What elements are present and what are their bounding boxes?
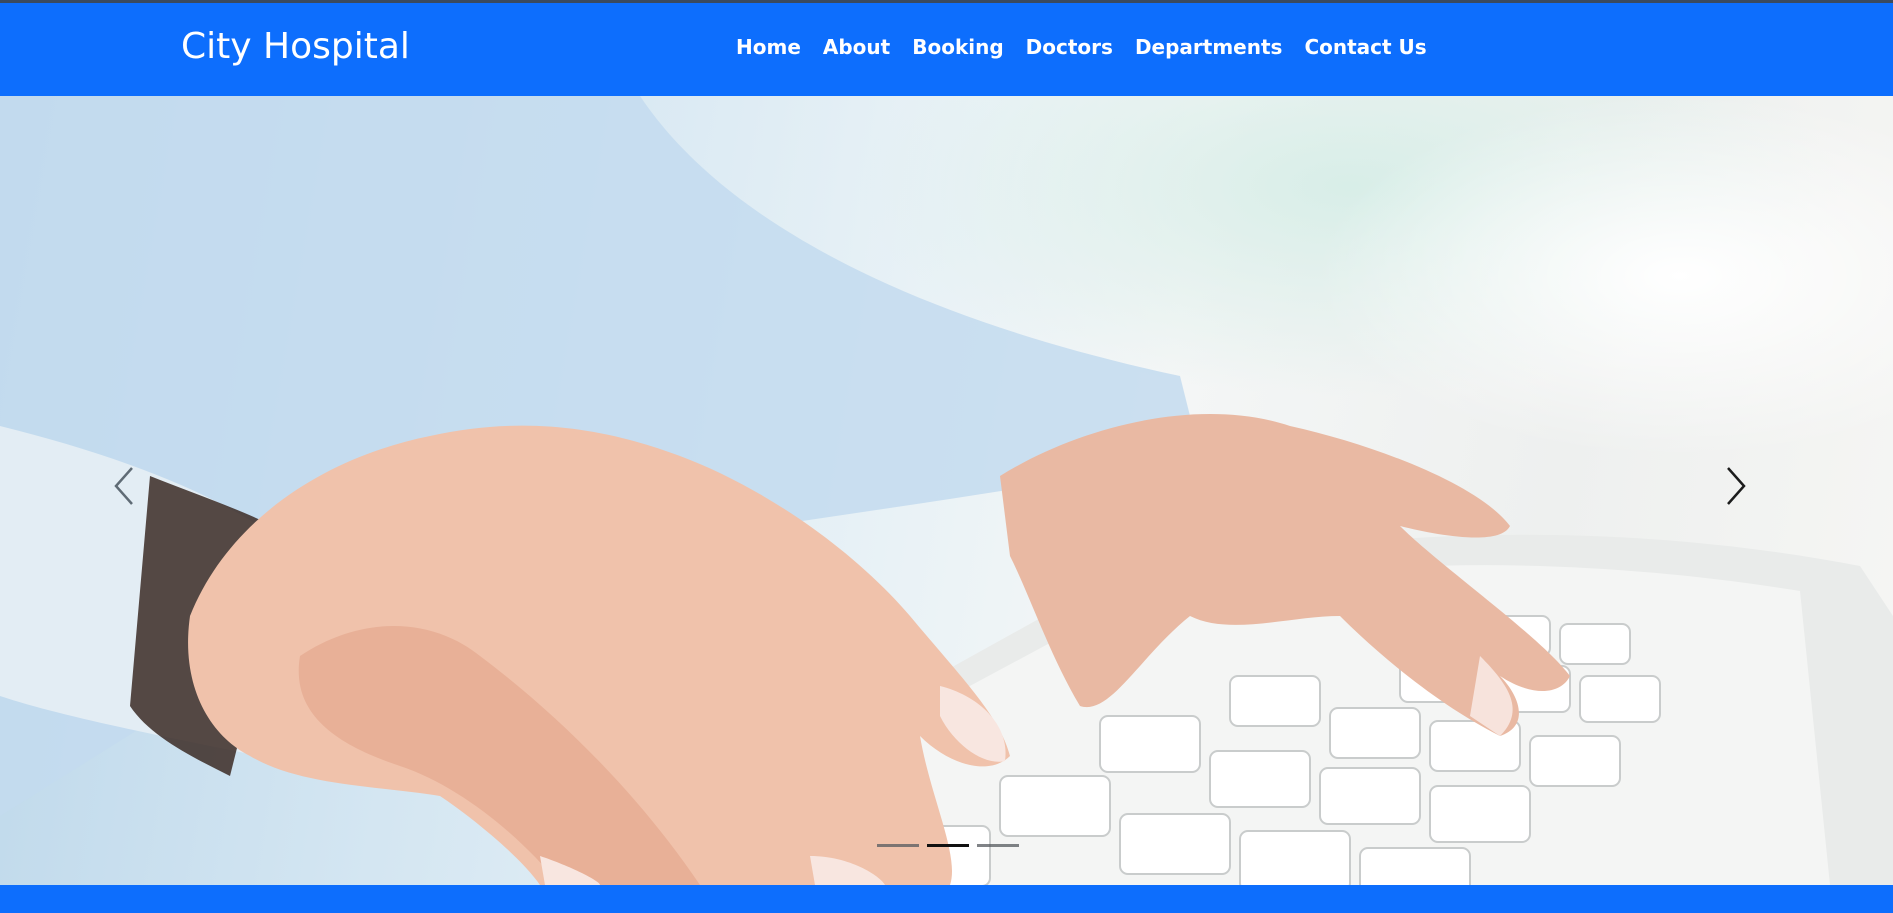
navbar: City Hospital Home About Booking Doctors… — [0, 3, 1893, 96]
carousel-indicator-3[interactable] — [977, 844, 1019, 847]
hands-typing-on-keyboard-image — [0, 96, 1893, 885]
nav-link-home[interactable]: Home — [736, 33, 801, 61]
chevron-left-icon — [114, 467, 133, 505]
chevron-right-icon — [1727, 467, 1746, 505]
nav-link-doctors[interactable]: Doctors — [1026, 33, 1113, 61]
carousel-next-button[interactable] — [1724, 466, 1784, 526]
main-nav: Home About Booking Doctors Departments C… — [736, 33, 1427, 61]
carousel-indicator-2[interactable] — [927, 844, 969, 847]
footer-strip — [0, 885, 1893, 913]
nav-link-about[interactable]: About — [823, 33, 890, 61]
carousel-indicator-1[interactable] — [877, 844, 919, 847]
carousel-prev-button[interactable] — [112, 466, 172, 526]
nav-link-booking[interactable]: Booking — [912, 33, 1003, 61]
nav-link-departments[interactable]: Departments — [1135, 33, 1283, 61]
brand-logo-text[interactable]: City Hospital — [181, 23, 410, 71]
carousel-indicators — [877, 844, 1019, 847]
nav-link-contact-us[interactable]: Contact Us — [1304, 33, 1426, 61]
hero-carousel — [0, 96, 1893, 885]
